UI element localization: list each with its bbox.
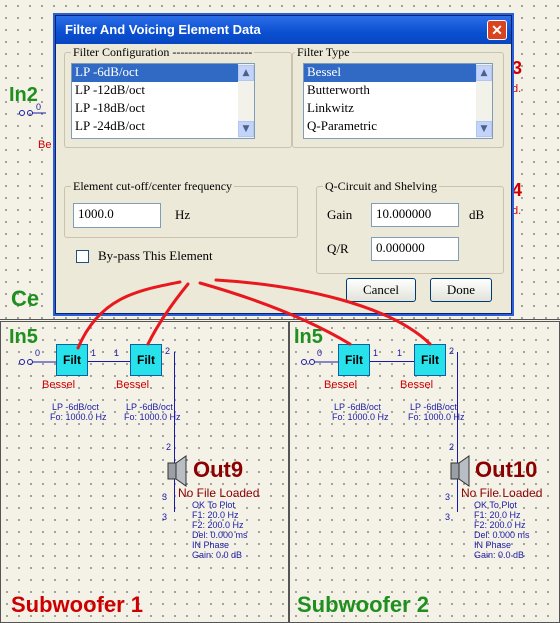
red-annotation-arrows (76, 278, 432, 350)
